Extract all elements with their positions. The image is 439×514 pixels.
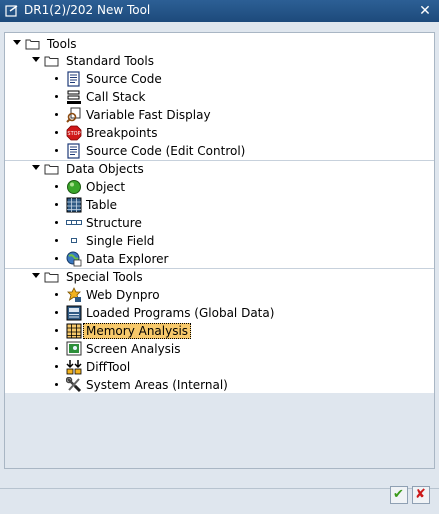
tree-item-label: Memory Analysis [83, 323, 192, 339]
tree-item-single-field[interactable]: Single Field [5, 232, 434, 250]
bullet [55, 221, 58, 224]
tree-node-label: Tools [47, 37, 77, 51]
expand-triangle-icon[interactable] [32, 57, 40, 62]
source-code-icon [67, 71, 80, 87]
tree-item-label: Structure [86, 216, 142, 230]
tree-group-standard-tools[interactable]: Standard Tools [5, 52, 434, 70]
single-field-icon [71, 238, 77, 243]
ok-button[interactable]: ✔ [390, 486, 408, 504]
bullet [55, 311, 58, 314]
tree-group-special-tools[interactable]: Special Tools [5, 268, 434, 286]
checkmark-icon: ✔ [393, 487, 404, 502]
tree-item-loaded-programs[interactable]: Loaded Programs (Global Data) [5, 304, 434, 322]
tree-item-label: Breakpoints [86, 126, 158, 140]
close-icon[interactable]: ✕ [417, 3, 433, 19]
tree-item-system-areas[interactable]: System Areas (Internal) [5, 376, 434, 394]
memory-analysis-icon [66, 323, 82, 339]
bullet [55, 293, 58, 296]
object-sphere-icon [67, 180, 81, 194]
bullet [55, 149, 58, 152]
folder-icon [44, 272, 59, 283]
loaded-programs-icon [66, 305, 82, 321]
tree-item-web-dynpro[interactable]: Web Dynpro [5, 286, 434, 304]
bullet [55, 257, 58, 260]
new-tool-icon [5, 5, 18, 17]
tool-tree-panel: Tools Standard Tools Source Code Call St… [4, 32, 435, 469]
bullet [55, 113, 58, 116]
folder-icon [25, 39, 40, 50]
footer-divider [0, 488, 439, 489]
bullet [55, 131, 58, 134]
structure-icon [66, 220, 82, 225]
tree-group-label: Special Tools [66, 270, 143, 284]
tree-item-label: Table [86, 198, 118, 212]
system-areas-icon [66, 377, 82, 393]
tree-item-label: Loaded Programs (Global Data) [86, 306, 275, 320]
tree-group-label: Data Objects [66, 162, 144, 176]
tree-item-screen-analysis[interactable]: Screen Analysis [5, 340, 434, 358]
tree-item-structure[interactable]: Structure [5, 214, 434, 232]
tree-item-label: Single Field [86, 234, 155, 248]
tree-item-label: Screen Analysis [86, 342, 181, 356]
bullet [55, 203, 58, 206]
empty-area [5, 393, 434, 468]
bullet [55, 77, 58, 80]
tree-item-label: Object [86, 180, 126, 194]
stop-sign-icon: STOP [66, 125, 82, 141]
tree-item-label: Source Code [86, 72, 162, 86]
cancel-button[interactable]: ✘ [412, 486, 430, 504]
tree-item-label: Call Stack [86, 90, 146, 104]
expand-triangle-icon[interactable] [32, 273, 40, 278]
call-stack-icon [67, 90, 81, 104]
expand-triangle-icon[interactable] [13, 40, 21, 45]
bullet [55, 329, 58, 332]
tree-item-data-explorer[interactable]: Data Explorer [5, 250, 434, 268]
data-explorer-icon [66, 251, 82, 267]
bullet [55, 239, 58, 242]
tree-item-memory-analysis[interactable]: Memory Analysis [5, 322, 434, 340]
tree-item-call-stack[interactable]: Call Stack [5, 88, 434, 106]
tree-group-label: Standard Tools [66, 54, 154, 68]
window-title: DR1(2)/202 New Tool [24, 3, 151, 17]
variable-display-icon [66, 107, 81, 123]
expand-triangle-icon[interactable] [32, 165, 40, 170]
diff-tool-icon [66, 360, 82, 375]
bullet [55, 383, 58, 386]
bullet [55, 95, 58, 98]
tree-item-difftool[interactable]: DiffTool [5, 358, 434, 376]
cancel-x-icon: ✘ [415, 487, 426, 502]
bullet [55, 185, 58, 188]
screen-analysis-icon [66, 341, 82, 356]
tree-group-data-objects[interactable]: Data Objects [5, 160, 434, 178]
tree-item-source-code-edit-control[interactable]: Source Code (Edit Control) [5, 142, 434, 160]
tree-node-tools[interactable]: Tools [5, 35, 434, 53]
tree-item-label: DiffTool [86, 360, 131, 374]
bullet [55, 365, 58, 368]
folder-icon [44, 56, 59, 67]
source-code-edit-icon [67, 143, 80, 159]
web-dynpro-icon [67, 287, 81, 302]
table-icon [66, 197, 82, 213]
tree-item-label: Source Code (Edit Control) [86, 144, 246, 158]
title-bar: DR1(2)/202 New Tool ✕ [0, 0, 439, 22]
tree-item-table[interactable]: Table [5, 196, 434, 214]
folder-icon [44, 164, 59, 175]
tree-item-variable-fast-display[interactable]: Variable Fast Display [5, 106, 434, 124]
tree-item-object[interactable]: Object [5, 178, 434, 196]
tree-item-source-code[interactable]: Source Code [5, 70, 434, 88]
tree-item-label: Variable Fast Display [86, 108, 211, 122]
tree-item-label: System Areas (Internal) [86, 378, 228, 392]
tree-item-breakpoints[interactable]: STOP Breakpoints [5, 124, 434, 142]
tree-item-label: Web Dynpro [86, 288, 160, 302]
button-bar [0, 470, 439, 514]
bullet [55, 347, 58, 350]
tree-item-label: Data Explorer [86, 252, 169, 266]
svg-text:STOP: STOP [67, 131, 80, 137]
